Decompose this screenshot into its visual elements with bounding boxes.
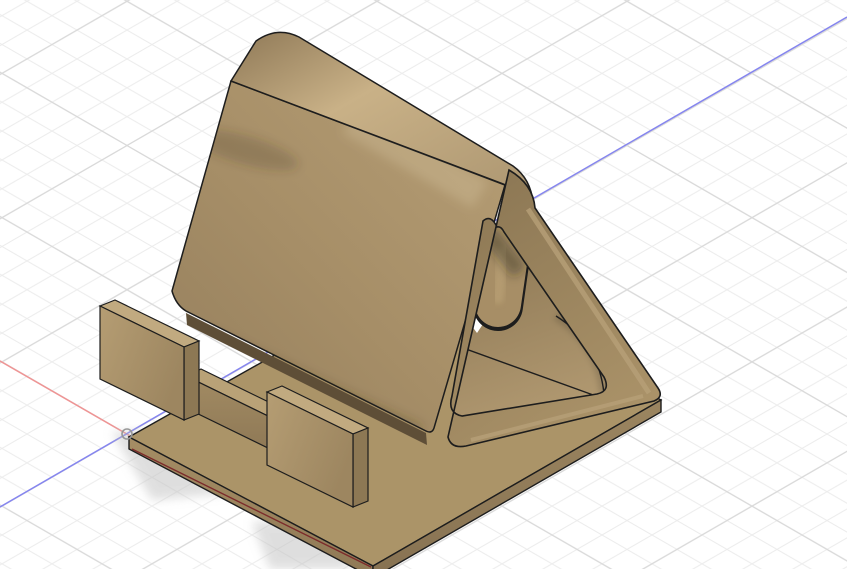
- viewport-canvas[interactable]: [0, 0, 847, 569]
- cad-viewport[interactable]: [0, 0, 847, 569]
- right-tab-side-face[interactable]: [352, 427, 369, 508]
- left-tab-side-face[interactable]: [183, 340, 200, 421]
